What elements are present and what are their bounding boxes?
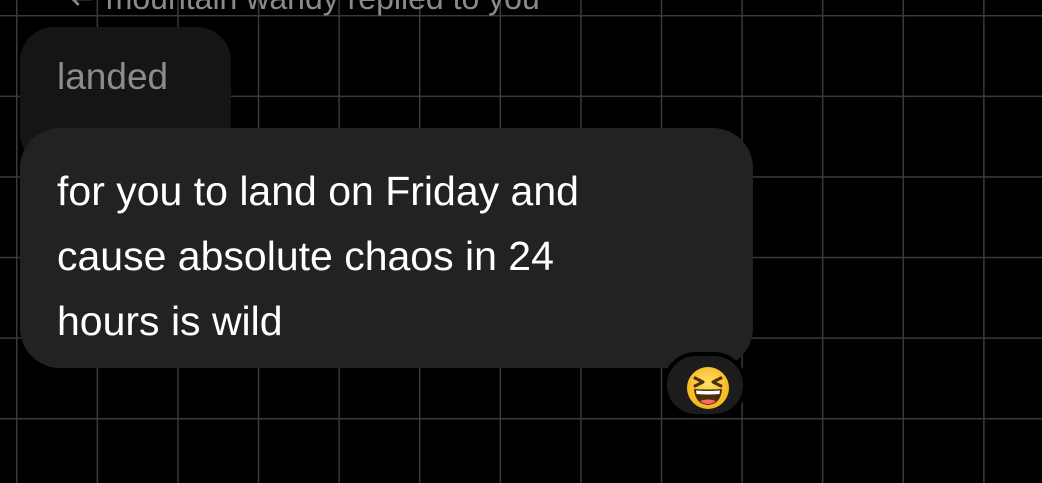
grinning-squinting-face-icon	[687, 367, 729, 409]
reply-context-label: ↩ mountain wandy replied to you	[70, 0, 540, 18]
quoted-message-text: landed	[57, 56, 169, 97]
reply-message-bubble[interactable]: for you to land on Friday and cause abso…	[20, 128, 753, 368]
reply-message-text: for you to land on Friday and cause abso…	[57, 168, 579, 344]
reaction-badge[interactable]	[663, 352, 747, 418]
